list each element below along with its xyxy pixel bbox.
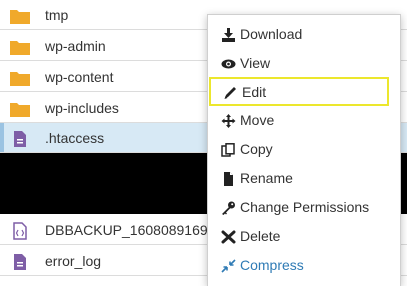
menu-item-label: Delete	[240, 228, 281, 244]
menu-item-rename[interactable]: Rename	[208, 164, 402, 193]
download-icon	[222, 28, 235, 42]
menu-item-compress[interactable]: Compress	[208, 251, 402, 280]
menu-item-view[interactable]: View	[208, 49, 402, 78]
file-icon	[14, 131, 26, 147]
menu-item-label: Edit	[242, 84, 267, 100]
file-name: tmp	[45, 7, 69, 23]
x-icon	[221, 230, 236, 244]
menu-item-change-permissions[interactable]: Change Permissions	[208, 193, 402, 222]
file-name: wp-includes	[45, 100, 119, 116]
menu-item-label: View	[240, 55, 271, 71]
menu-item-copy[interactable]: Copy	[208, 135, 402, 164]
file-icon	[14, 254, 26, 270]
compress-icon	[221, 259, 236, 273]
file-name: wp-content	[45, 69, 114, 85]
file-name: DBBACKUP_1608089169	[45, 222, 208, 238]
folder-icon	[10, 41, 30, 55]
menu-item-label: Download	[240, 26, 303, 42]
eye-icon	[221, 59, 236, 69]
file-name: error_log	[45, 253, 102, 269]
menu-item-label: Compress	[240, 257, 304, 273]
folder-icon	[10, 10, 30, 24]
file-name: .htaccess	[45, 130, 105, 146]
copy-icon	[221, 143, 235, 157]
file-name: wp-admin	[45, 38, 106, 54]
pencil-icon	[224, 87, 236, 99]
move-arrows-icon	[221, 114, 236, 128]
menu-item-label: Copy	[240, 141, 273, 157]
menu-item-label: Change Permissions	[240, 199, 370, 215]
key-icon	[222, 201, 235, 215]
menu-item-download[interactable]: Download	[208, 20, 402, 49]
file-icon	[224, 172, 233, 186]
context-menu: Download View Edit Move Copy Rename Chan…	[207, 14, 401, 286]
code-file-icon	[13, 222, 27, 240]
menu-item-move[interactable]: Move	[208, 106, 402, 135]
menu-item-delete[interactable]: Delete	[208, 222, 402, 251]
menu-item-label: Rename	[240, 170, 293, 186]
folder-icon	[10, 103, 30, 117]
menu-item-edit[interactable]: Edit	[209, 77, 389, 106]
folder-icon	[10, 72, 30, 86]
menu-item-label: Move	[240, 112, 275, 128]
